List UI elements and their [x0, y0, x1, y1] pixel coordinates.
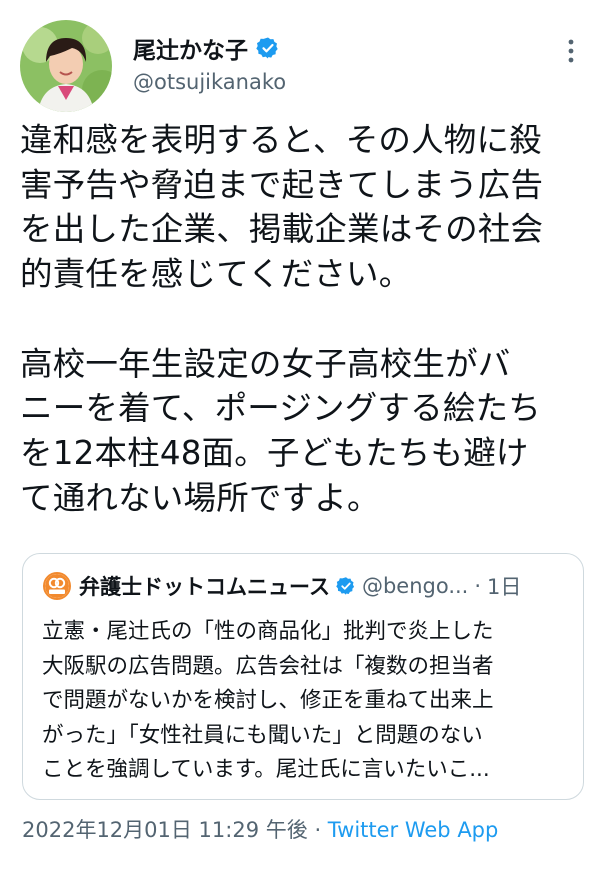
more-options-button[interactable]	[560, 36, 582, 66]
quoted-tweet-text: 立憲・尾辻氏の「性の商品化」批判で炎上した 大阪駅の広告問題。広告会社は「複数の…	[42, 619, 494, 782]
quoted-author-logo	[43, 572, 71, 600]
source-app-link[interactable]: Twitter Web App	[328, 818, 499, 842]
tweet-text: 違和感を表明すると、その人物に殺 害予告や脅迫まで起きてしまう広告 を出した企業…	[20, 121, 544, 517]
author-row: 尾辻かな子	[133, 31, 280, 65]
footer-separator: ·	[307, 818, 328, 842]
quoted-verified-badge-icon	[336, 577, 355, 595]
verified-badge-icon	[256, 37, 278, 59]
tweet-footer: 2022年12月01日 11:29 午後 · Twitter Web App	[22, 814, 498, 844]
author-name[interactable]: 尾辻かな子	[133, 31, 248, 65]
quoted-tweet-header: 弁護士ドットコムニュース @bengo... · 1日	[43, 571, 521, 601]
bengo-news-logo-icon	[45, 574, 69, 598]
quoted-tweet-card[interactable]: 弁護士ドットコムニュース @bengo... · 1日 立憲・尾辻氏の「性の商品…	[22, 553, 584, 800]
avatar[interactable]	[20, 20, 112, 112]
author-handle[interactable]: @otsujikanako	[133, 70, 286, 94]
quoted-separator: ·	[474, 574, 482, 598]
quoted-author-handle: @bengo...	[361, 574, 469, 598]
more-vertical-icon	[568, 39, 574, 63]
avatar-image	[20, 20, 112, 112]
quoted-timestamp: 1日	[487, 575, 522, 599]
quoted-author-name: 弁護士ドットコムニュース	[79, 575, 330, 599]
tweet-timestamp[interactable]: 2022年12月01日 11:29 午後	[22, 818, 308, 842]
